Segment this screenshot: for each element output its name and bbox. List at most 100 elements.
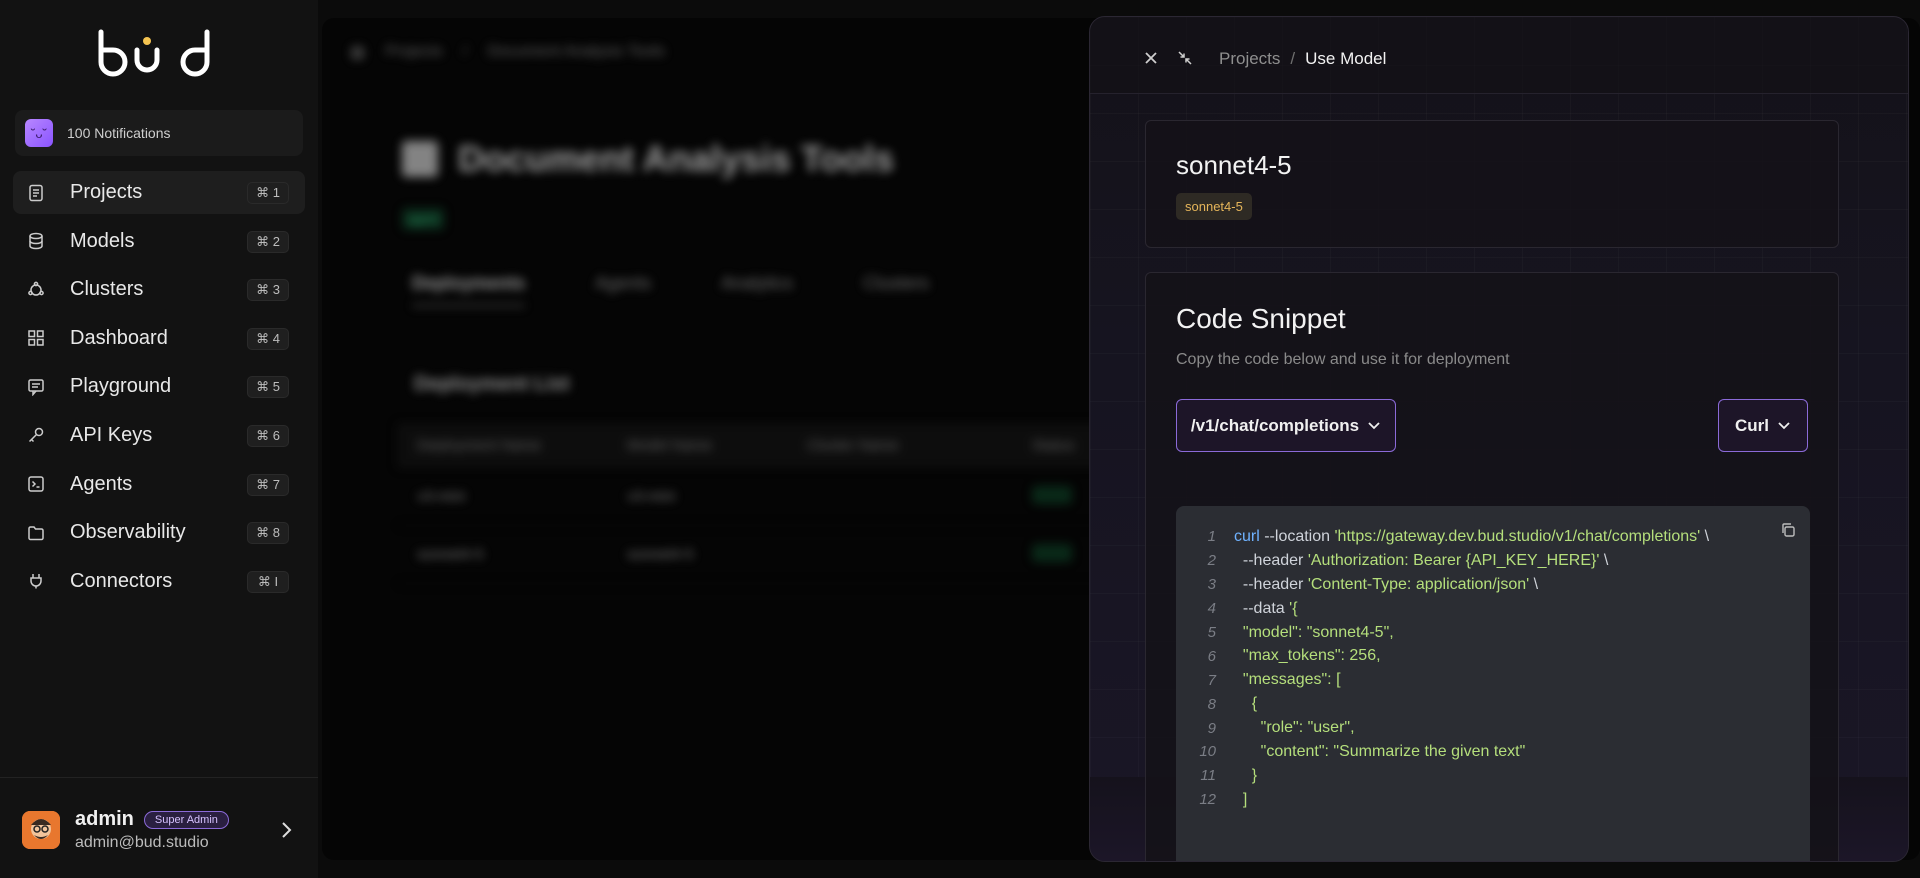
column-header: Cluster Name [807,437,899,454]
sidebar-item-label: Observability [70,521,186,544]
shortcut-badge: ⌘ 7 [247,473,289,496]
line-number: 12 [1199,791,1216,809]
tab-analytics: Analytics [721,273,794,293]
close-icon[interactable] [1143,50,1159,66]
chevron-down-icon [1778,421,1790,429]
code-block[interactable]: 1 curl --location 'https://gateway.dev.bu… [1176,506,1810,861]
bud-logo[interactable] [95,28,225,78]
user-info: admin Super Admin admin@bud.studio [75,808,229,852]
plug-icon [27,572,45,590]
user-name: admin [75,808,134,830]
user-name-row: admin Super Admin [75,808,229,831]
grid-icon [27,329,45,347]
table-cell: v3-mini [417,488,466,505]
column-header: Deployment Name [417,437,542,454]
line-number: 11 [1200,767,1216,785]
breadcrumb-separator: / [1290,49,1296,68]
line-number: 3 [1207,576,1216,594]
sidebar-item-label: Playground [70,375,172,398]
sidebar-item-label: Clusters [70,278,144,301]
shortcut-badge: ⌘ 8 [247,522,289,545]
code-text: --header 'Content-Type: application/json… [1234,575,1539,593]
sidebar-item-label: Projects [70,181,143,203]
sidebar-item-api-keys[interactable]: API Keys ⌘ 6 [13,414,305,457]
language-select[interactable]: Curl [1718,399,1808,452]
sidebar-item-clusters[interactable]: Clusters ⌘ 3 [13,268,305,311]
code-text: --header 'Authorization: Bearer {API_KEY… [1234,551,1609,569]
shortcut-badge: ⌘ I [247,570,289,593]
sidebar-divider [0,777,318,778]
breadcrumb-separator: / [462,43,468,60]
code-text: "messages": [ [1234,671,1341,689]
sidebar-item-label: Dashboard [70,326,168,349]
notifications-button[interactable]: ˘ᴗ˘ 100 Notifications [15,110,303,156]
tab-deployments: Deployments [412,273,526,307]
code-line: 4 --data '{ [1176,597,1810,621]
sidebar-item-connectors[interactable]: Connectors ⌘ I [13,560,305,603]
table-cell: v3-mini [627,488,676,505]
database-icon [27,232,45,250]
shortcut-badge: ⌘ 2 [247,230,289,253]
breadcrumb-current: Use Model [1305,49,1387,68]
shortcut-badge: ⌘ 6 [247,424,289,447]
project-tag: agent [402,208,444,230]
code-line: 2 --header 'Authorization: Bearer {API_K… [1176,549,1810,573]
language-select-value: Curl [1735,415,1769,435]
line-number: 10 [1199,743,1216,761]
model-card: sonnet4-5 sonnet4-5 [1145,120,1839,248]
code-line: 5 "model": "sonnet4-5", [1176,621,1810,645]
endpoint-select[interactable]: /v1/chat/completions [1176,399,1396,452]
sidebar-item-models[interactable]: Models ⌘ 2 [13,220,305,263]
code-snippet-subtitle: Copy the code below and use it for deplo… [1176,351,1510,368]
table-cell: sonnet4-5 [417,546,484,563]
sidebar-nav: Projects ⌘ 1 Models ⌘ 2 Clusters ⌘ 3 Das… [13,171,305,608]
project-tabs: Deployments Agents Analytics Clusters [412,273,929,307]
chevron-down-icon [1368,421,1380,429]
endpoint-select-value: /v1/chat/completions [1190,415,1360,435]
shortcut-badge: ⌘ 5 [247,376,289,399]
minimize-icon[interactable] [1177,50,1193,66]
role-badge: Super Admin [143,810,229,829]
line-number: 6 [1207,647,1216,665]
code-text: { [1234,695,1258,713]
sidebar-item-label: Agents [70,472,133,495]
sidebar-item-projects[interactable]: Projects ⌘ 1 [13,171,305,214]
user-profile[interactable]: admin Super Admin admin@bud.studio [22,808,229,852]
terminal-icon [27,475,45,493]
tab-agents: Agents [595,273,652,293]
notification-mascot-icon: ˘ᴗ˘ [25,119,53,147]
code-text: curl --location 'https://gateway.dev.bud… [1234,527,1710,545]
code-snippet-card: Code Snippet Copy the code below and use… [1145,272,1839,861]
code-text: "max_tokens": 256, [1234,647,1381,665]
code-line: 1 curl --location 'https://gateway.dev.bu… [1176,525,1810,549]
code-text: "model": "sonnet4-5", [1234,623,1394,641]
model-name: sonnet4-5 [1176,150,1292,180]
shortcut-badge: ⌘ 1 [247,182,289,204]
folder-icon [27,524,45,542]
sidebar-toggle-icon: ▦ [350,44,366,61]
code-snippet-title: Code Snippet [1176,303,1346,334]
sidebar-item-label: API Keys [70,423,153,446]
drawer-header: Projects / Use Model [1090,17,1908,94]
breadcrumb-projects[interactable]: Projects [1219,49,1280,69]
sidebar-item-playground[interactable]: Playground ⌘ 5 [13,365,305,408]
code-lines: 1 curl --location 'https://gateway.dev.bu… [1176,525,1810,812]
chevron-right-icon[interactable] [280,820,294,840]
sidebar-item-observability[interactable]: Observability ⌘ 8 [13,511,305,554]
code-text: "content": "Summarize the given text" [1234,742,1526,760]
code-text: ] [1234,790,1248,808]
sidebar-item-agents[interactable]: Agents ⌘ 7 [13,463,305,506]
column-header: Model Name [627,437,713,454]
code-line: 3 --header 'Content-Type: application/js… [1176,573,1810,597]
notifications-label: 100 Notifications [67,125,171,141]
sidebar-item-dashboard[interactable]: Dashboard ⌘ 4 [13,317,305,360]
code-text: "role": "user", [1234,719,1355,737]
cluster-icon [27,281,45,299]
code-line: 9 "role": "user", [1176,716,1810,740]
table-cell: sonnet4-5 [627,546,694,563]
document-icon [27,184,45,202]
sidebar: ˘ᴗ˘ 100 Notifications Projects ⌘ 1 Model… [0,0,318,878]
line-number: 1 [1207,528,1216,546]
line-number: 9 [1207,719,1216,737]
tab-clusters: Clusters [863,273,930,293]
